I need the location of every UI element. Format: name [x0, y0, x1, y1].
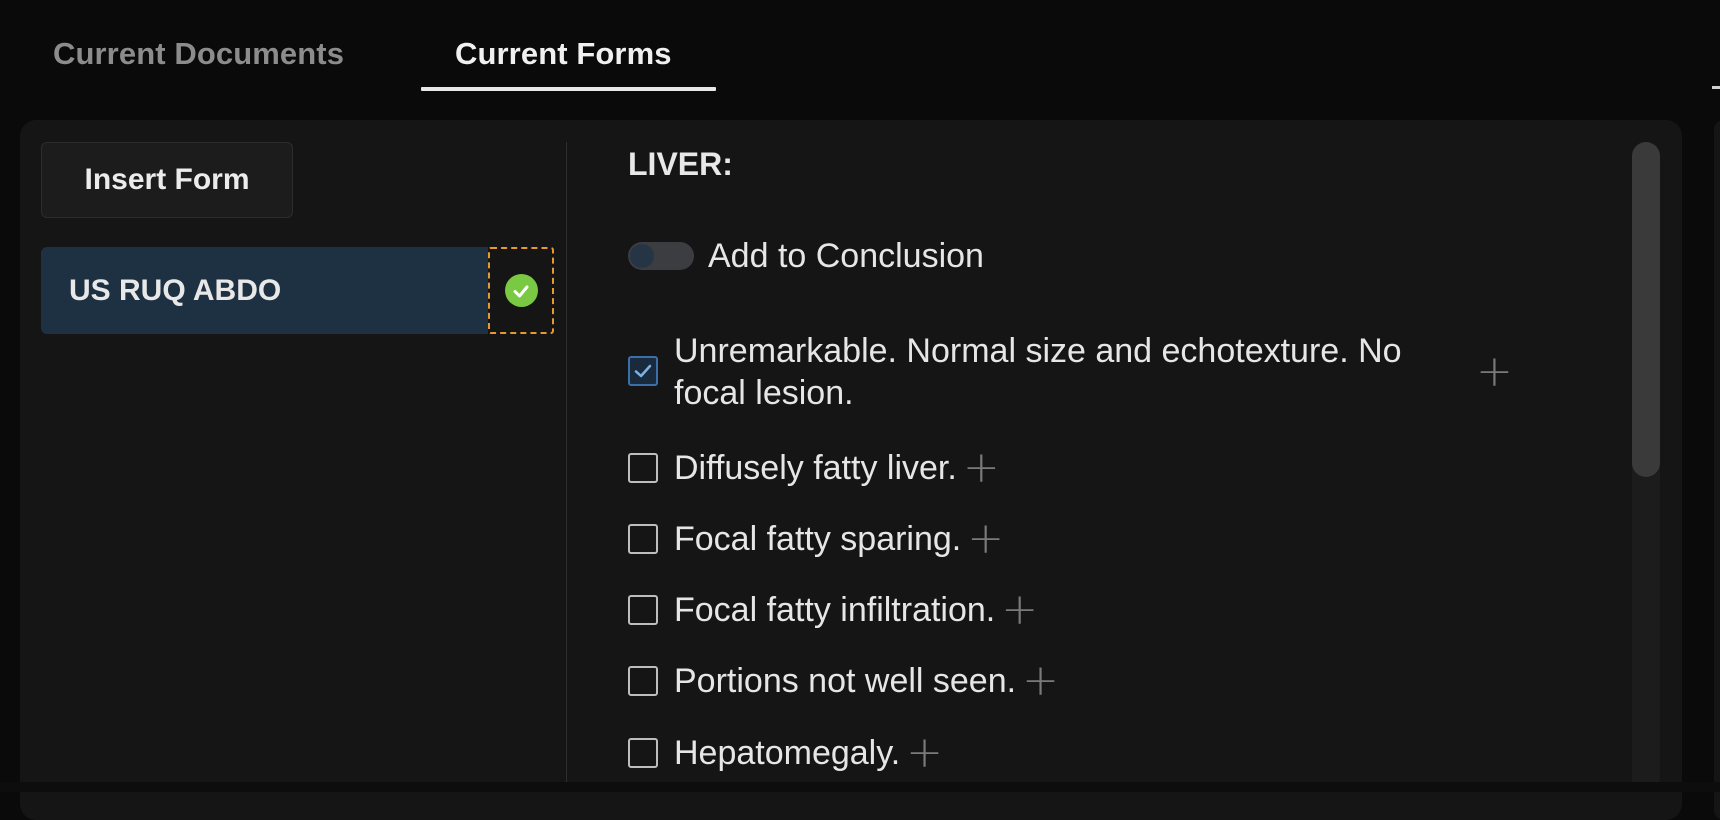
option-label: Unremarkable. Normal size and echotextur… [674, 332, 1402, 412]
toggle-label: Add to Conclusion [708, 236, 984, 275]
scrollbar-thumb[interactable] [1632, 142, 1660, 477]
option-row: Focal fatty sparing. + [628, 517, 1004, 561]
plus-icon[interactable]: + [967, 517, 1004, 561]
tab-current-documents[interactable]: Current Documents [53, 36, 344, 72]
plus-icon[interactable]: + [1476, 350, 1513, 394]
panel-divider [566, 142, 567, 792]
form-name: US RUQ ABDO [69, 273, 282, 307]
option-row: Focal fatty infiltration. + [628, 588, 1038, 632]
tab-current-forms[interactable]: Current Forms [455, 36, 672, 72]
checkmark-icon [634, 364, 652, 378]
form-status-indicator[interactable] [488, 247, 554, 334]
plus-icon[interactable]: + [1022, 659, 1059, 703]
option-checkbox[interactable] [628, 666, 658, 696]
active-tab-indicator [421, 87, 716, 91]
adjacent-panel-edge [1714, 120, 1720, 820]
plus-icon[interactable]: + [906, 731, 943, 775]
toggle-knob [630, 244, 654, 268]
option-label: Focal fatty infiltration. [674, 591, 996, 629]
section-title: LIVER: [628, 146, 733, 182]
adjacent-tab-indicator [1712, 86, 1720, 89]
insert-form-button[interactable]: Insert Form [41, 142, 293, 218]
option-label: Focal fatty sparing. [674, 520, 962, 558]
option-row: Hepatomegaly. + [628, 731, 943, 775]
plus-icon[interactable]: + [1001, 588, 1038, 632]
option-row: Diffusely fatty liver. + [628, 446, 1000, 490]
plus-icon[interactable]: + [963, 446, 1000, 490]
check-circle-icon [504, 274, 538, 307]
add-to-conclusion-row: Add to Conclusion [628, 236, 984, 276]
option-label: Hepatomegaly. [674, 734, 901, 772]
add-to-conclusion-toggle[interactable] [628, 242, 694, 270]
option-checkbox[interactable] [628, 595, 658, 625]
option-label: Portions not well seen. [674, 662, 1017, 700]
option-label: Diffusely fatty liver. [674, 449, 957, 487]
option-checkbox[interactable] [628, 524, 658, 554]
tab-bar: Current Documents Current Forms [0, 0, 1720, 92]
option-checkbox[interactable] [628, 453, 658, 483]
option-checkbox[interactable] [628, 356, 658, 386]
bottom-edge [0, 782, 1720, 792]
option-checkbox[interactable] [628, 738, 658, 768]
option-row: Portions not well seen. + [628, 659, 1059, 703]
option-row: Unremarkable. Normal size and echotextur… [628, 330, 1513, 414]
form-list-item-us-ruq-abdo[interactable]: US RUQ ABDO [41, 247, 488, 334]
